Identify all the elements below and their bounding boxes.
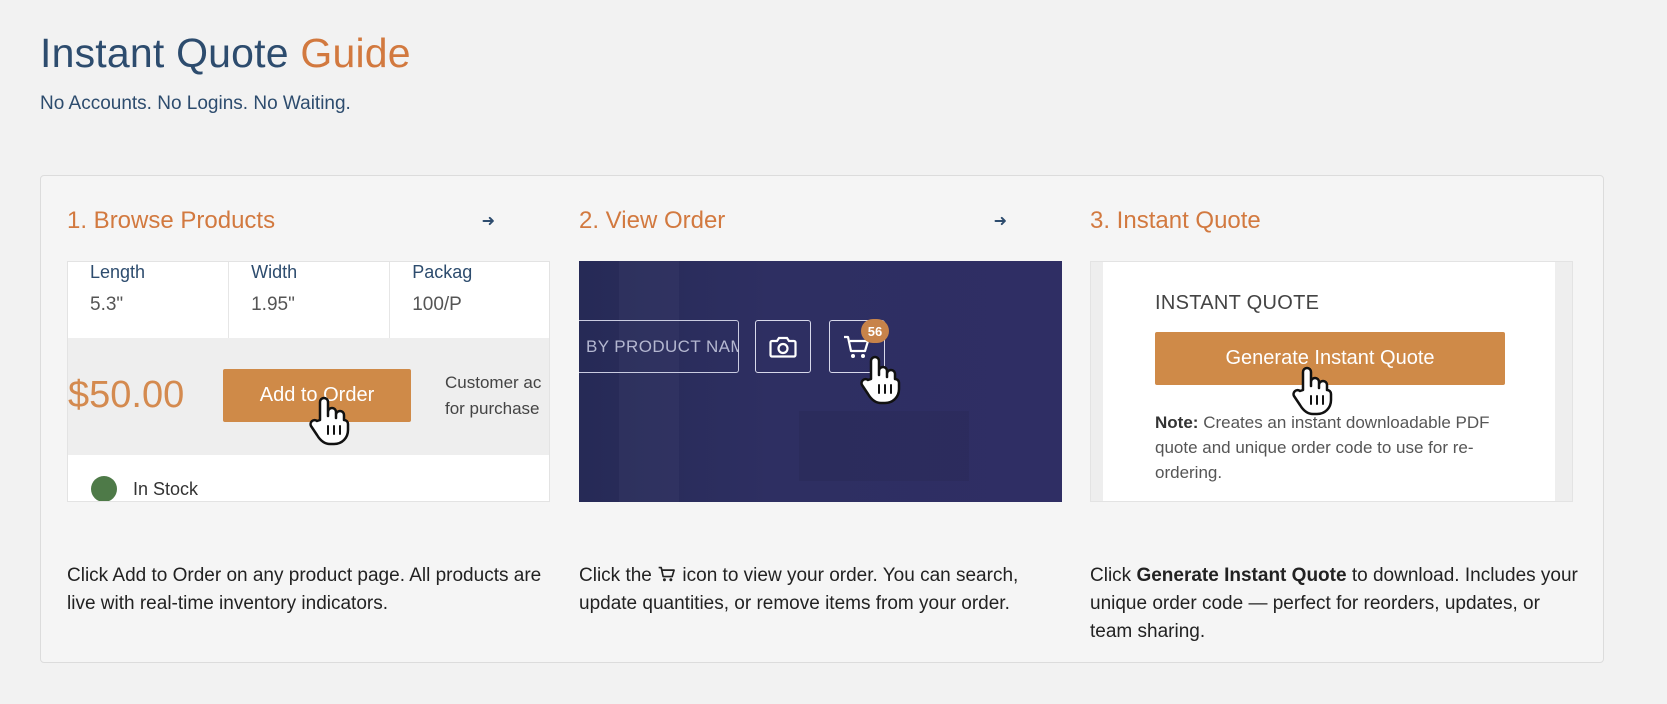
stock-row: In Stock [68,455,549,501]
camera-icon [769,336,797,358]
step-instant-quote: 3. Instant Quote INSTANT QUOTE Generate … [1090,206,1578,642]
page-title: Instant Quote Guide [40,30,411,77]
spec-label: Packag [412,262,473,282]
pointer-hand-icon [1292,366,1333,416]
spec-column: Packag 100/P [390,262,549,338]
steps-panel: 1. Browse Products ➜ Length 5.3" Width 1… [40,175,1604,663]
note-text: Creates an instant downloadable PDF quot… [1155,413,1490,482]
step-screenshot-quote: INSTANT QUOTE Generate Instant Quote Not… [1090,261,1573,502]
camera-search-button[interactable] [755,320,811,373]
customer-note-line: Customer ac [445,373,542,392]
step-description: Click Add to Order on any product page. … [67,565,542,614]
note-label: Note: [1155,413,1199,432]
step-title: 3. Instant Quote [1090,207,1261,234]
pointer-hand-icon [309,396,350,446]
step-description: Click Generate Instant Quote to download… [1090,562,1580,646]
product-price: $50.00 [68,374,185,416]
page-subtitle: No Accounts. No Logins. No Waiting. [40,93,351,114]
customer-note-line: for purchase [445,399,540,418]
desc-text: Click the [579,565,652,586]
arrow-right-icon: ➜ [993,213,1007,230]
background-blur [619,261,679,502]
page-title-accent: Guide [300,30,411,76]
spec-column: Length 5.3" [68,262,230,338]
spec-value: 1.95" [251,294,295,315]
background-blur [799,411,969,481]
quote-note: Note: Creates an instant downloadable PD… [1155,410,1515,485]
step-description: Click the icon to view your order. You c… [579,562,1069,618]
search-input[interactable]: BY PRODUCT NAM [579,320,739,373]
stock-indicator-dot [91,476,117,501]
desc-text: Click [1090,565,1132,586]
spec-label: Length [90,262,146,282]
step-screenshot-header: BY PRODUCT NAM 56 [579,261,1062,502]
cart-count-badge: 56 [861,319,889,343]
desc-bold: Generate Instant Quote [1136,565,1347,586]
arrow-right-icon: ➜ [481,213,495,230]
spec-value: 100/P [412,294,462,315]
quote-card: INSTANT QUOTE Generate Instant Quote Not… [1103,262,1555,501]
step-screenshot-product: Length 5.3" Width 1.95" Packag 100/P $50… [67,261,550,502]
customer-note: Customer ac for purchase [445,370,541,422]
stock-label: In Stock [133,479,199,499]
step-view-order: 2. View Order ➜ BY PRODUCT NAM 56 Click … [579,206,1062,614]
spec-label: Width [251,262,298,282]
spec-value: 5.3" [90,294,124,315]
pointer-hand-icon [860,355,901,405]
cart-icon [658,566,676,582]
spec-table: Length 5.3" Width 1.95" Packag 100/P [68,262,549,338]
spec-column: Width 1.95" [229,262,391,338]
page-title-main: Instant Quote [40,30,289,76]
step-title: 2. View Order [579,207,726,234]
price-row: $50.00 Add to Order Customer ac for purc… [68,338,549,455]
step-browse-products: 1. Browse Products ➜ Length 5.3" Width 1… [67,206,550,614]
quote-heading: INSTANT QUOTE [1155,292,1320,314]
step-title: 1. Browse Products [67,207,276,234]
